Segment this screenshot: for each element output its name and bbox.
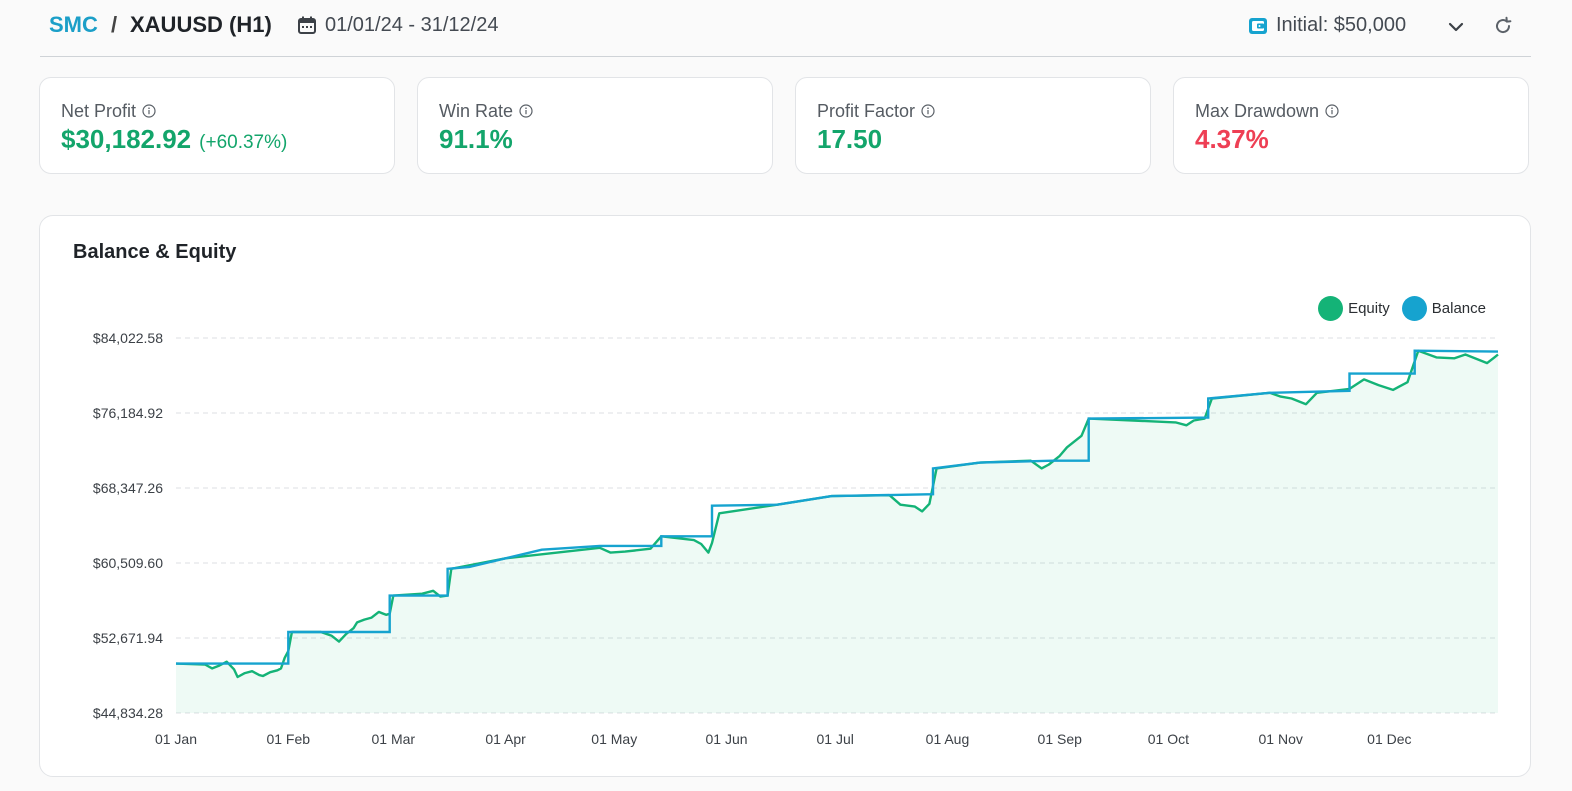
top-bar: SMC / XAUUSD (H1) 01/01/24 - 31/12/24 In… <box>40 0 1531 57</box>
x-tick-label: 01 Aug <box>926 731 970 747</box>
x-tick-label: 01 Sep <box>1038 731 1083 747</box>
stat-card-max-drawdown: Max Drawdown 4.37% <box>1173 77 1529 174</box>
legend-item-equity[interactable]: Equity <box>1318 296 1390 321</box>
balance-equity-chart-card: Balance & Equity $44,834.28 $52,671.94 $60… <box>39 215 1531 777</box>
x-tick-label: 01 Apr <box>485 731 526 747</box>
stat-value: $30,182.92 <box>61 124 192 154</box>
breadcrumb-separator: / <box>111 12 118 37</box>
stat-value: 17.50 <box>817 124 883 154</box>
stat-title: Max Drawdown <box>1195 101 1320 121</box>
x-tick-label: 01 Oct <box>1148 731 1189 747</box>
legend-dot-equity <box>1318 296 1344 321</box>
initial-balance: Initial: $50,000 <box>1276 14 1407 36</box>
equity-area <box>176 350 1498 713</box>
stat-value: 91.1% <box>439 124 513 154</box>
x-tick-label: 01 Nov <box>1259 731 1303 747</box>
chevron-down-icon[interactable] <box>1446 17 1466 37</box>
stat-card-win-rate: Win Rate 91.1% <box>417 77 773 174</box>
legend-label-equity: Equity <box>1348 300 1390 317</box>
stat-title: Win Rate <box>439 101 514 121</box>
info-icon[interactable] <box>519 104 533 118</box>
info-icon[interactable] <box>921 104 935 118</box>
y-tick-label: $76,184.92 <box>93 405 163 421</box>
stat-value: 4.37% <box>1195 124 1269 154</box>
info-icon[interactable] <box>1325 104 1339 118</box>
stat-title: Profit Factor <box>817 101 916 121</box>
stat-percent: (+60.37%) <box>199 132 288 153</box>
stat-card-net-profit: Net Profit $30,182.92 (+60.37%) <box>39 77 395 174</box>
legend-dot-balance <box>1401 296 1427 321</box>
legend-item-balance[interactable]: Balance <box>1401 296 1486 321</box>
x-tick-label: 01 May <box>591 731 637 747</box>
calendar-icon[interactable] <box>297 15 317 35</box>
y-tick-label: $68,347.26 <box>93 480 163 496</box>
chart-legend: Equity Balance <box>1306 296 1486 321</box>
legend-label-balance: Balance <box>1431 300 1486 317</box>
stat-title: Net Profit <box>61 101 137 121</box>
y-tick-label: $52,671.94 <box>93 630 163 646</box>
refresh-icon[interactable] <box>1493 16 1513 36</box>
date-range[interactable]: 01/01/24 - 31/12/24 <box>325 14 498 37</box>
breadcrumb-strategy[interactable]: SMC <box>49 12 98 38</box>
breadcrumb-symbol: XAUUSD (H1) <box>130 12 272 37</box>
y-tick-label: $60,509.60 <box>93 555 163 571</box>
wallet-icon <box>1249 18 1267 34</box>
x-tick-label: 01 Jun <box>706 731 748 747</box>
stat-card-profit-factor: Profit Factor 17.50 <box>795 77 1151 174</box>
x-tick-label: 01 Mar <box>372 731 416 747</box>
info-icon[interactable] <box>142 104 156 118</box>
x-tick-label: 01 Dec <box>1367 731 1411 747</box>
y-tick-label: $84,022.58 <box>93 330 163 346</box>
x-tick-label: 01 Feb <box>266 731 310 747</box>
y-tick-label: $44,834.28 <box>93 705 163 721</box>
x-tick-label: 01 Jul <box>817 731 854 747</box>
x-tick-label: 01 Jan <box>155 731 197 747</box>
